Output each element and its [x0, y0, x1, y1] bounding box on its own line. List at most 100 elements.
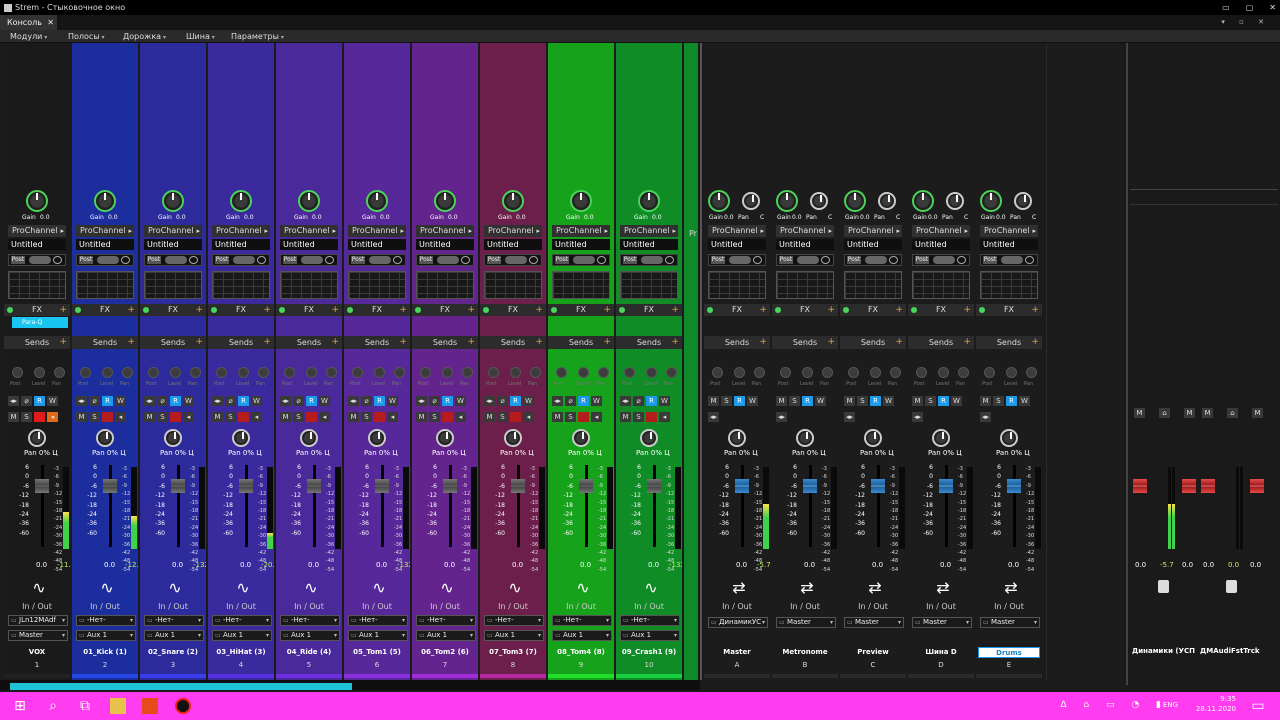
prochannel-dial[interactable]: [29, 256, 51, 264]
record-button[interactable]: [102, 412, 113, 422]
output-select[interactable]: Aux 1: [416, 630, 476, 641]
phase-button[interactable]: ◂▸: [484, 396, 495, 406]
mute-button[interactable]: M: [980, 396, 991, 406]
fader-cap[interactable]: [871, 479, 885, 493]
sends-add-icon[interactable]: +: [1031, 336, 1039, 349]
send-knob[interactable]: [890, 367, 901, 378]
fader-cap[interactable]: [35, 479, 49, 493]
send-knob[interactable]: [984, 367, 995, 378]
send-knob[interactable]: [80, 367, 91, 378]
write-button[interactable]: W: [183, 396, 194, 406]
record-button[interactable]: [442, 412, 453, 422]
fx-header[interactable]: FX +: [344, 304, 410, 316]
invert-button[interactable]: ⌀: [21, 396, 32, 406]
write-button[interactable]: W: [455, 396, 466, 406]
preset-name[interactable]: Untitled: [552, 239, 610, 250]
send-knob[interactable]: [148, 367, 159, 378]
track-name[interactable]: 05_Tom1 (5): [346, 647, 408, 658]
fx-power-led[interactable]: [279, 307, 285, 313]
send-knob[interactable]: [326, 367, 337, 378]
read-button[interactable]: R: [734, 396, 745, 406]
fx-power-led[interactable]: [7, 307, 13, 313]
send-knob[interactable]: [352, 367, 363, 378]
eq-graph[interactable]: [212, 271, 270, 299]
fx-power-led[interactable]: [551, 307, 557, 313]
record-button[interactable]: [374, 412, 385, 422]
power-icon[interactable]: [821, 256, 830, 264]
invert-button[interactable]: ⌀: [225, 396, 236, 406]
phase-button[interactable]: ◂▸: [76, 396, 87, 406]
output-select[interactable]: Master: [8, 630, 68, 641]
file-explorer-icon[interactable]: [110, 698, 126, 714]
sends-add-icon[interactable]: +: [535, 336, 543, 349]
sends-add-icon[interactable]: +: [603, 336, 611, 349]
fx-add-icon[interactable]: +: [963, 304, 971, 316]
fx-power-led[interactable]: [775, 307, 781, 313]
read-button[interactable]: R: [238, 396, 249, 406]
sends-header[interactable]: Sends +: [908, 336, 974, 349]
send-knob[interactable]: [848, 367, 859, 378]
bus-route-icon[interactable]: ⇄: [731, 578, 747, 597]
input-select[interactable]: JLn12MAdf: [8, 615, 68, 626]
sends-add-icon[interactable]: +: [127, 336, 135, 349]
solo-button[interactable]: S: [633, 412, 644, 422]
output-icon[interactable]: [1158, 580, 1169, 593]
record-button[interactable]: [170, 412, 181, 422]
send-knob[interactable]: [958, 367, 969, 378]
output-select[interactable]: Master: [776, 617, 836, 628]
solo-button[interactable]: S: [857, 396, 868, 406]
sends-header[interactable]: Sends +: [4, 336, 70, 349]
eq-graph[interactable]: [144, 271, 202, 299]
gain-knob[interactable]: [912, 190, 934, 212]
fader-cap[interactable]: [307, 479, 321, 493]
send-knob[interactable]: [442, 367, 453, 378]
read-button[interactable]: R: [306, 396, 317, 406]
fx-power-led[interactable]: [347, 307, 353, 313]
phase-button[interactable]: ◂▸: [912, 412, 923, 422]
solo-button[interactable]: S: [497, 412, 508, 422]
read-button[interactable]: R: [510, 396, 521, 406]
track-name[interactable]: Metronome: [774, 647, 836, 658]
record-button[interactable]: [238, 412, 249, 422]
input-select[interactable]: -Нет-: [280, 615, 340, 626]
fx-power-led[interactable]: [75, 307, 81, 313]
send-knob[interactable]: [754, 367, 765, 378]
power-icon[interactable]: [393, 256, 402, 264]
record-button[interactable]: [578, 412, 589, 422]
gain-knob[interactable]: [570, 190, 592, 212]
fader-cap[interactable]: [803, 479, 817, 493]
clock[interactable]: 9:35 28.11.2020: [1196, 694, 1236, 714]
monitor-button[interactable]: ◂: [47, 412, 58, 422]
language-indicator[interactable]: ENG: [1163, 701, 1178, 709]
output-icon[interactable]: [1226, 580, 1237, 593]
prochannel-dial[interactable]: [933, 256, 955, 264]
fader-track[interactable]: [517, 465, 520, 547]
post-button[interactable]: Post: [555, 256, 569, 264]
mute-button[interactable]: M: [76, 412, 87, 422]
output-select[interactable]: Aux 1: [76, 630, 136, 641]
solo-button[interactable]: S: [429, 412, 440, 422]
fader-track[interactable]: [1013, 465, 1016, 547]
pan-knob[interactable]: [232, 429, 250, 447]
pan-knob[interactable]: [640, 429, 658, 447]
output-select[interactable]: Master: [844, 617, 904, 628]
fader-cap[interactable]: [239, 479, 253, 493]
pan-knob-top[interactable]: [946, 192, 964, 210]
power-icon[interactable]: [665, 256, 674, 264]
input-select[interactable]: -Нет-: [144, 615, 204, 626]
send-knob[interactable]: [938, 367, 949, 378]
read-button[interactable]: R: [34, 396, 45, 406]
fx-power-led[interactable]: [619, 307, 625, 313]
fx-add-icon[interactable]: +: [399, 304, 407, 316]
sends-add-icon[interactable]: +: [671, 336, 679, 349]
prochannel-button[interactable]: ProChannel: [776, 225, 834, 237]
send-knob[interactable]: [780, 367, 791, 378]
sends-header[interactable]: Sends +: [772, 336, 838, 349]
post-button[interactable]: Post: [983, 256, 997, 264]
mute-button[interactable]: M: [348, 412, 359, 422]
prochannel-button[interactable]: ProChannel: [708, 225, 766, 237]
track-name[interactable]: 04_Ride (4): [278, 647, 340, 658]
fx-add-icon[interactable]: +: [1031, 304, 1039, 316]
pan-knob[interactable]: [164, 429, 182, 447]
invert-button[interactable]: ⌀: [497, 396, 508, 406]
